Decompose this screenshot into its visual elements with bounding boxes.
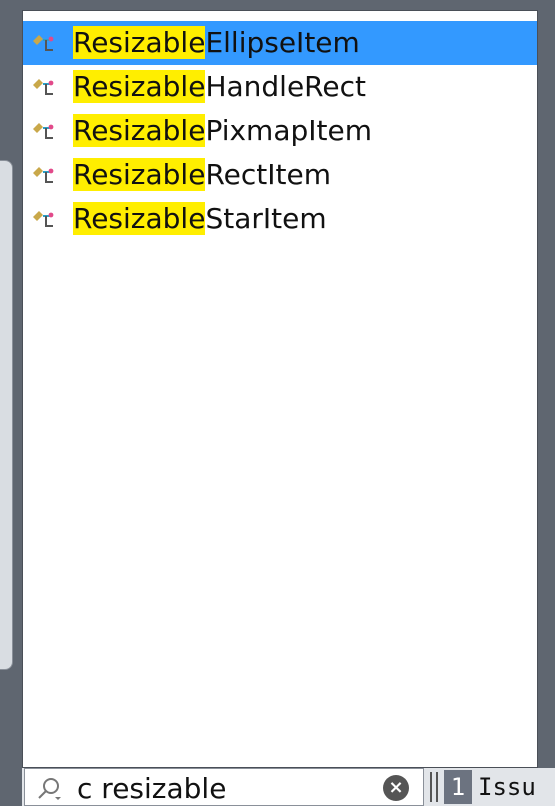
result-label: ResizableRectItem [73,158,331,191]
left-side-panel [0,160,13,670]
class-icon [33,167,54,183]
search-icon[interactable] [35,775,63,803]
toolbar-divider [430,772,438,802]
tab-number[interactable]: 1 [444,770,472,804]
class-icon [33,79,54,95]
result-list: ResizableEllipseItem ResizableHandleRect… [23,21,537,241]
result-item-handle[interactable]: ResizableHandleRect [23,65,537,109]
match-rest: StarItem [205,202,327,235]
clear-icon[interactable]: × [383,775,409,801]
match-highlight: Resizable [73,70,206,103]
match-highlight: Resizable [73,114,206,147]
result-label: ResizablePixmapItem [73,114,373,147]
match-highlight: Resizable [73,202,206,235]
bottom-toolbar: × 1 Issu [22,768,555,806]
class-icon [33,211,54,227]
match-rest: HandleRect [205,70,366,103]
result-item-star[interactable]: ResizableStarItem [23,197,537,241]
locator-search-box[interactable]: × [24,768,424,806]
class-icon [33,35,54,51]
class-icon [33,123,54,139]
result-label: ResizableEllipseItem [73,26,360,59]
result-label: ResizableStarItem [73,202,327,235]
result-item-rect[interactable]: ResizableRectItem [23,153,537,197]
tab-issues[interactable]: Issu [478,770,555,804]
match-rest: PixmapItem [205,114,373,147]
search-input[interactable] [77,771,377,805]
match-rest: RectItem [205,158,331,191]
match-highlight: Resizable [73,26,206,59]
locator-popup: ResizableEllipseItem ResizableHandleRect… [22,10,538,768]
result-label: ResizableHandleRect [73,70,366,103]
match-highlight: Resizable [73,158,206,191]
match-rest: EllipseItem [205,26,360,59]
result-item-pixmap[interactable]: ResizablePixmapItem [23,109,537,153]
result-item-ellipse[interactable]: ResizableEllipseItem [23,21,537,65]
